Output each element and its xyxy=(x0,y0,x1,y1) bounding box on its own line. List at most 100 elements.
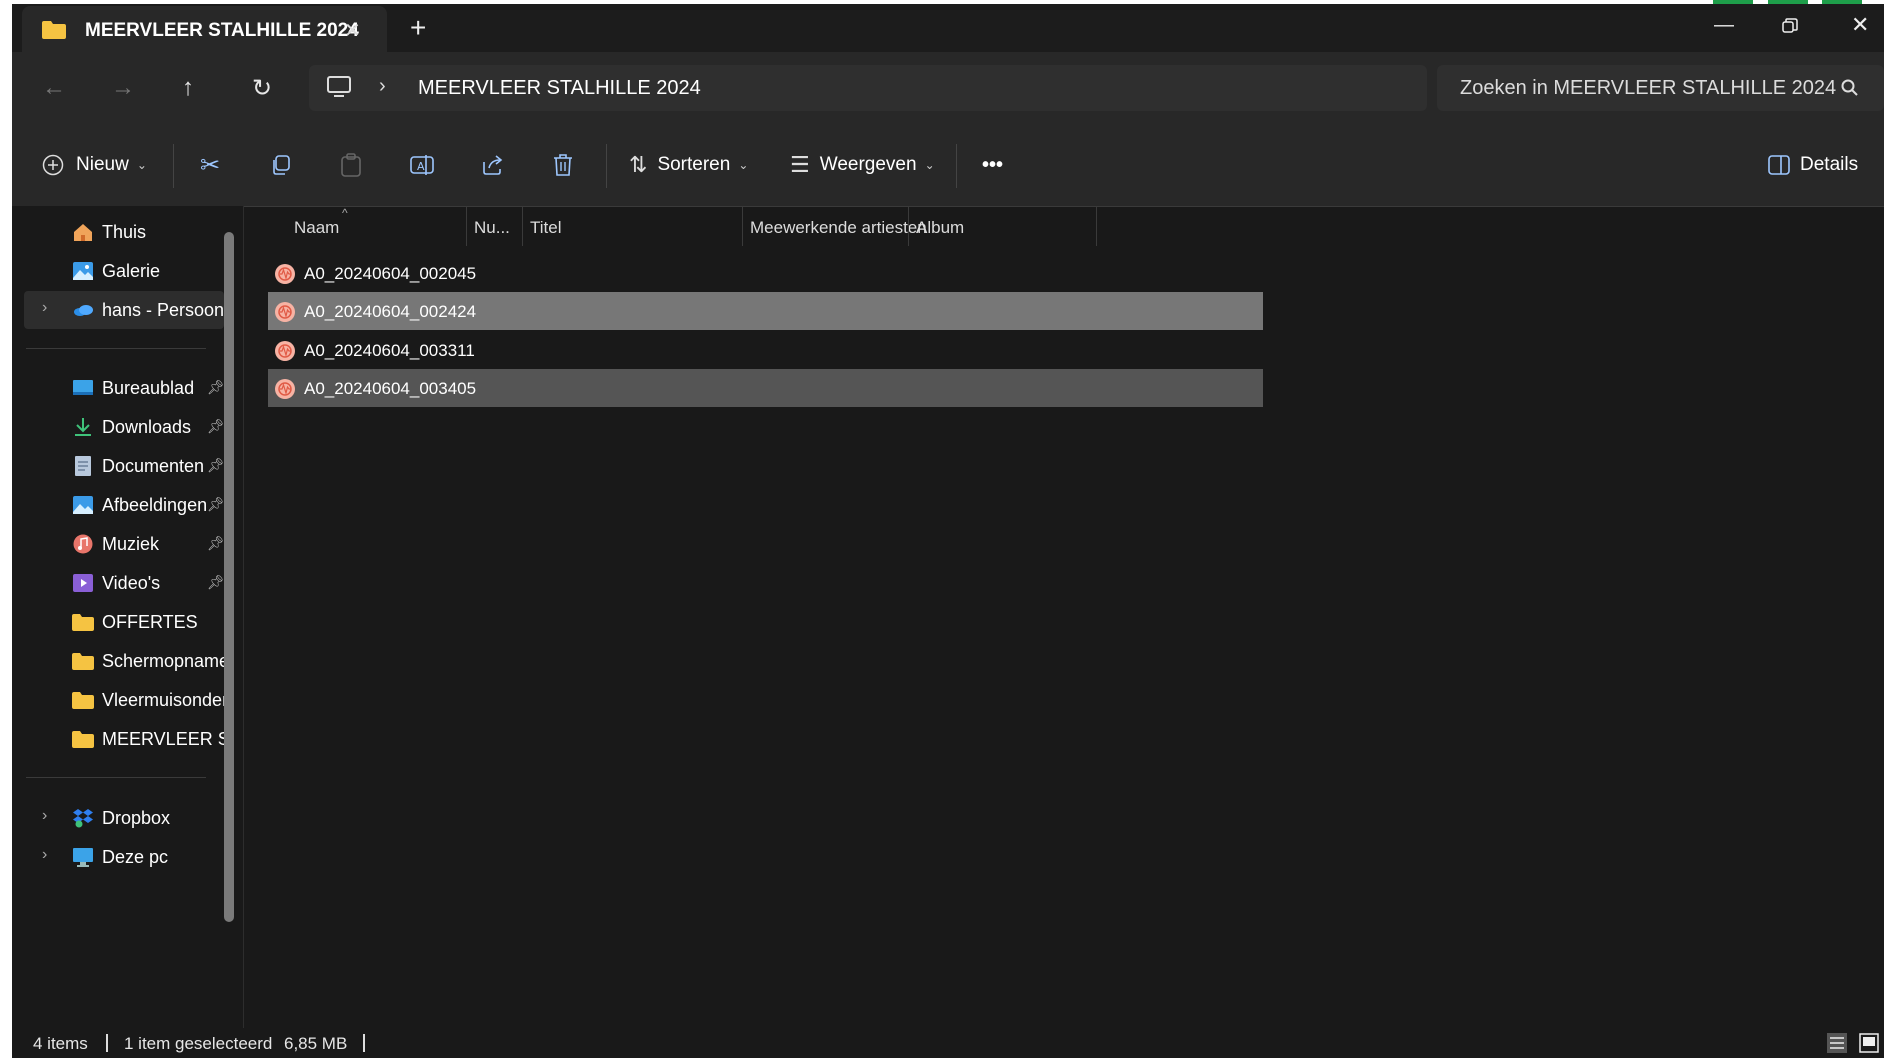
toolbar-divider xyxy=(956,144,957,188)
file-row[interactable]: A0_20240604_002045 xyxy=(268,254,1263,292)
sidebar-item-onedrive[interactable]: › hans - Persoonlijk xyxy=(24,291,232,329)
file-explorer-window: MEERVLEER STALHILLE 2024 ✕ + — ✕ ← → ↑ ↻… xyxy=(12,4,1884,1058)
close-window-button[interactable]: ✕ xyxy=(1851,12,1869,38)
folder-icon xyxy=(72,653,94,670)
title-bar: MEERVLEER STALHILLE 2024 ✕ + — ✕ xyxy=(12,4,1884,54)
file-list: Naam ^ Nu... Titel Meewerkende artiesten… xyxy=(244,206,1884,1028)
command-bar: Nieuw ⌄ ✂ A ⇅ Sorteren ⌄ ☰ Weergeven ⌄ •… xyxy=(12,124,1884,207)
pin-icon[interactable]: 📌︎ xyxy=(207,418,225,435)
column-header-title[interactable]: Titel xyxy=(530,218,562,238)
sort-ascending-icon: ^ xyxy=(342,206,348,220)
audio-file-icon xyxy=(275,302,295,322)
file-row[interactable]: A0_20240604_003311 xyxy=(268,331,1263,369)
column-divider[interactable] xyxy=(522,206,523,246)
paste-button[interactable] xyxy=(340,124,362,206)
pin-icon[interactable]: 📌︎ xyxy=(207,574,225,591)
sidebar-item-offertes[interactable]: OFFERTES xyxy=(24,603,224,641)
sidebar-item-videos[interactable]: Video's 📌︎ xyxy=(24,564,225,602)
sidebar-item-documents[interactable]: Documenten 📌︎ xyxy=(24,447,225,485)
back-button[interactable]: ← xyxy=(42,74,66,102)
selection-size: 6,85 MB xyxy=(284,1034,348,1053)
column-divider[interactable] xyxy=(466,206,467,246)
folder-icon xyxy=(42,21,66,39)
rename-icon: A xyxy=(410,155,434,175)
minimize-button[interactable]: — xyxy=(1714,14,1734,37)
search-input[interactable]: Zoeken in MEERVLEER STALHILLE 2024 xyxy=(1460,77,1836,100)
sidebar-scrollbar[interactable] xyxy=(224,232,234,922)
scissors-icon: ✂ xyxy=(200,151,221,179)
sidebar-item-home[interactable]: Thuis xyxy=(24,213,224,251)
details-pane-button[interactable]: Details xyxy=(1768,124,1858,206)
address-bar[interactable]: › MEERVLEER STALHILLE 2024 xyxy=(309,65,1427,111)
sidebar-item-meervleer[interactable]: MEERVLEER STALHILLE 2024 xyxy=(24,720,232,758)
cut-button[interactable]: ✂ xyxy=(200,124,220,206)
up-button[interactable]: ↑ xyxy=(182,74,194,102)
clipboard-icon xyxy=(341,153,361,177)
status-divider xyxy=(106,1034,108,1052)
column-divider[interactable] xyxy=(742,206,743,246)
search-icon xyxy=(1841,79,1858,96)
refresh-button[interactable]: ↻ xyxy=(252,74,272,103)
toolbar-divider xyxy=(173,144,174,188)
forward-button[interactable]: → xyxy=(111,74,135,102)
navigation-pane: Thuis Galerie › hans - Persoonlijk Burea… xyxy=(12,206,244,1028)
column-header-album[interactable]: Album xyxy=(916,218,964,238)
close-tab-icon[interactable]: ✕ xyxy=(344,18,361,43)
new-tab-button[interactable]: + xyxy=(410,12,426,44)
pin-icon[interactable]: 📌︎ xyxy=(207,379,225,396)
copy-button[interactable] xyxy=(270,124,292,206)
tiles-view-icon[interactable] xyxy=(1858,1032,1880,1054)
file-row[interactable]: A0_20240604_002424 xyxy=(268,292,1263,330)
sidebar-item-desktop[interactable]: Bureaublad 📌︎ xyxy=(24,369,225,407)
desktop-icon xyxy=(73,380,93,395)
tab-title: MEERVLEER STALHILLE 2024 xyxy=(85,20,359,41)
sidebar-item-vleermuisonderzoek[interactable]: Vleermuisonderzoek xyxy=(24,681,232,719)
chevron-right-icon[interactable]: › xyxy=(42,807,47,825)
delete-button[interactable] xyxy=(552,124,574,206)
column-header-name[interactable]: Naam xyxy=(294,218,339,238)
selection-count: 1 item geselecteerd xyxy=(124,1034,273,1053)
new-label: Nieuw xyxy=(76,154,129,175)
details-pane-icon xyxy=(1768,155,1790,175)
pin-icon[interactable]: 📌︎ xyxy=(207,457,225,474)
search-box[interactable]: Zoeken in MEERVLEER STALHILLE 2024 xyxy=(1437,65,1884,111)
new-button[interactable]: Nieuw ⌄ xyxy=(42,124,147,206)
sidebar-item-music[interactable]: Muziek 📌︎ xyxy=(24,525,225,563)
column-divider[interactable] xyxy=(1096,206,1097,246)
sidebar-item-dropbox[interactable]: › Dropbox xyxy=(24,799,224,837)
column-header-artists[interactable]: Meewerkende artiesten xyxy=(750,218,927,238)
tab-active[interactable]: MEERVLEER STALHILLE 2024 ✕ xyxy=(22,6,387,54)
rename-button[interactable]: A xyxy=(410,124,434,206)
sidebar-item-this-pc[interactable]: › Deze pc xyxy=(24,838,224,876)
sort-icon: ⇅ xyxy=(629,152,648,177)
file-name: A0_20240604_003405 xyxy=(304,379,477,398)
pin-icon[interactable]: 📌︎ xyxy=(207,496,225,513)
chevron-right-icon[interactable]: › xyxy=(42,299,47,317)
view-button[interactable]: ☰ Weergeven ⌄ xyxy=(790,124,935,206)
sidebar-item-pictures[interactable]: Afbeeldingen 📌︎ xyxy=(24,486,225,524)
chevron-right-icon[interactable]: › xyxy=(379,75,386,98)
file-row[interactable]: A0_20240604_003405 xyxy=(268,369,1263,407)
sort-button[interactable]: ⇅ Sorteren ⌄ xyxy=(629,124,748,206)
sidebar-item-downloads[interactable]: Downloads 📌︎ xyxy=(24,408,225,446)
sidebar-item-gallery[interactable]: Galerie xyxy=(24,252,224,290)
chevron-down-icon: ⌄ xyxy=(738,158,749,172)
details-view-icon[interactable] xyxy=(1826,1032,1848,1054)
column-divider[interactable] xyxy=(908,206,909,246)
background-window-edge xyxy=(1713,0,1753,4)
pc-icon xyxy=(73,848,93,867)
share-button[interactable] xyxy=(481,124,505,206)
pin-icon[interactable]: 📌︎ xyxy=(207,535,225,552)
chevron-right-icon[interactable]: › xyxy=(42,846,47,864)
home-icon xyxy=(74,224,92,241)
more-options-button[interactable]: ••• xyxy=(982,124,1003,206)
restore-button[interactable] xyxy=(1782,18,1798,34)
gallery-icon xyxy=(73,262,93,280)
file-name: A0_20240604_002045 xyxy=(304,264,477,283)
navigation-bar: ← → ↑ ↻ › MEERVLEER STALHILLE 2024 Zoeke… xyxy=(12,52,1884,124)
breadcrumb-current[interactable]: MEERVLEER STALHILLE 2024 xyxy=(418,77,701,100)
sidebar-item-schermopnamen[interactable]: Schermopnamen xyxy=(24,642,232,680)
toolbar-divider xyxy=(606,144,607,188)
column-header-number[interactable]: Nu... xyxy=(474,218,510,238)
audio-file-icon xyxy=(275,341,295,361)
